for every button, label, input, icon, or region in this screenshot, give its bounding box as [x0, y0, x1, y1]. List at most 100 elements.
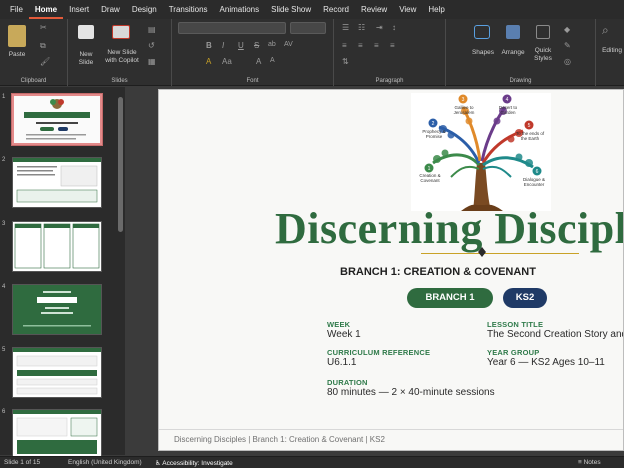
italic-button[interactable]: I — [222, 41, 224, 50]
tab-home[interactable]: Home — [28, 0, 64, 19]
paste-button[interactable]: Paste — [4, 51, 30, 59]
thumbnail-slide-3[interactable] — [12, 221, 102, 272]
font-name-select[interactable] — [178, 22, 286, 34]
title-underline — [421, 253, 579, 254]
thumbnail-row-5[interactable]: 5 — [0, 347, 115, 403]
thumbnail-scrollbar[interactable] — [116, 87, 124, 455]
thumbnail-4-preview — [13, 285, 101, 334]
notes-button[interactable]: ≡ Notes — [578, 459, 601, 466]
quick-styles-button[interactable]: Quick Styles — [528, 47, 558, 63]
underline-button[interactable]: U — [238, 41, 244, 50]
arrange-icon[interactable] — [506, 25, 520, 39]
tab-insert[interactable]: Insert — [63, 0, 95, 19]
title-ornament-icon — [478, 247, 486, 257]
branch-heading[interactable]: BRANCH 1: CREATION & COVENANT — [340, 266, 536, 278]
language-indicator[interactable]: English (United Kingdom) — [68, 459, 142, 466]
bullets-icon[interactable]: ☰ — [342, 23, 349, 32]
shapes-icon[interactable] — [474, 25, 490, 39]
layout-icon[interactable]: ▤ — [148, 25, 156, 34]
thumbnail-number: 3 — [2, 221, 6, 227]
thumbnail-number: 2 — [2, 157, 6, 163]
thumbnail-3-preview — [13, 222, 101, 271]
thumbnail-row-2[interactable]: 2 — [0, 157, 115, 213]
tab-slide-show[interactable]: Slide Show — [265, 0, 317, 19]
tab-help[interactable]: Help — [422, 0, 450, 19]
increase-font-button[interactable]: A — [256, 57, 261, 66]
tab-design[interactable]: Design — [126, 0, 163, 19]
thumbnail-number: 5 — [2, 347, 6, 353]
duration-value: 80 minutes — 2 × 40-minute sessions — [327, 387, 495, 398]
shadow-button[interactable]: ab — [268, 41, 276, 48]
slide-canvas[interactable]: 1 2 3 4 5 6 Creation & Covenant Prophecy… — [158, 89, 624, 451]
tab-draw[interactable]: Draw — [95, 0, 126, 19]
slides-group: New Slide New Slide with Copilot ▤ ↺ ▦ S… — [68, 19, 172, 86]
cut-icon[interactable]: ✂ — [40, 23, 47, 32]
week-value: Week 1 — [327, 329, 361, 340]
shapes-button[interactable]: Shapes — [468, 49, 498, 57]
copy-icon[interactable]: ⧉ — [40, 41, 46, 51]
new-slide-copilot-button[interactable]: New Slide with Copilot — [102, 49, 142, 65]
shape-fill-icon[interactable]: ◆ — [564, 25, 570, 34]
thumbnail-slide-6[interactable] — [12, 409, 102, 460]
section-icon[interactable]: ▦ — [148, 57, 156, 66]
reset-icon[interactable]: ↺ — [148, 41, 155, 50]
tab-review[interactable]: Review — [355, 0, 393, 19]
clipboard-group-label: Clipboard — [20, 78, 47, 84]
thumbnail-row-1[interactable]: 1 — [0, 93, 115, 150]
quick-styles-icon[interactable] — [536, 25, 550, 39]
thumbnail-slide-2[interactable] — [12, 157, 102, 208]
thumbnail-slide-4[interactable] — [12, 284, 102, 335]
new-slide-button[interactable]: New Slide — [72, 51, 100, 67]
shape-outline-icon[interactable]: ✎ — [564, 41, 571, 50]
slide-title[interactable]: Discerning Disciples — [275, 203, 623, 254]
align-center-icon[interactable]: ≡ — [358, 41, 363, 50]
line-spacing-icon[interactable]: ↕ — [392, 23, 396, 32]
font-size-select[interactable] — [290, 22, 326, 34]
format-painter-icon[interactable]: 🖌 — [40, 57, 50, 66]
decrease-font-button[interactable]: A — [270, 57, 275, 64]
search-icon[interactable]: ⌕ — [602, 23, 609, 38]
slide-footer: Discerning Disciples | Branch 1: Creatio… — [174, 435, 385, 444]
text-direction-icon[interactable]: ⇅ — [342, 57, 349, 66]
ribbon: Paste ✂ ⧉ 🖌 Clipboard New Slide New Slid… — [0, 19, 624, 86]
character-spacing-button[interactable]: AV — [284, 41, 293, 48]
drawing-group: Shapes Arrange Quick Styles ◆ ✎ ◎ Drawin… — [446, 19, 596, 86]
tab-view[interactable]: View — [393, 0, 422, 19]
scrollbar-thumb[interactable] — [118, 97, 123, 232]
tab-animations[interactable]: Animations — [214, 0, 266, 19]
change-case-button[interactable]: Aa — [222, 57, 232, 66]
align-right-icon[interactable]: ≡ — [374, 41, 379, 50]
curriculum-label: CURRICULUM REFERENCE — [327, 348, 431, 357]
tab-record[interactable]: Record — [317, 0, 355, 19]
copilot-slide-icon[interactable] — [112, 25, 130, 39]
year-group-value: Year 6 — KS2 Ages 10–11 — [487, 357, 605, 368]
tab-file[interactable]: File — [4, 0, 29, 19]
svg-text:4: 4 — [506, 97, 509, 103]
accessibility-status[interactable]: ♿︎ Accessibility: Investigate — [155, 459, 233, 467]
font-group-label: Font — [246, 78, 259, 84]
strikethrough-button[interactable]: S — [254, 41, 259, 50]
align-left-icon[interactable]: ≡ — [342, 41, 347, 50]
thumbnail-row-3[interactable]: 3 — [0, 221, 115, 277]
thumbnail-slide-5[interactable] — [12, 347, 102, 398]
drawing-group-label: Drawing — [509, 78, 532, 84]
editing-button[interactable]: Editing — [598, 47, 624, 55]
curriculum-value: U6.1.1 — [327, 357, 357, 368]
paragraph-group: ☰ ☷ ⇥ ↕ ≡ ≡ ≡ ≡ ⇅ Paragraph — [334, 19, 446, 86]
new-slide-icon[interactable] — [78, 25, 94, 39]
paste-icon[interactable] — [8, 25, 26, 47]
bold-button[interactable]: B — [206, 41, 212, 50]
tree-icon: 1 2 3 4 5 6 — [411, 93, 551, 211]
indent-icon[interactable]: ⇥ — [376, 23, 383, 32]
numbering-icon[interactable]: ☷ — [358, 23, 365, 32]
shape-effects-icon[interactable]: ◎ — [564, 57, 571, 66]
slides-group-label: Slides — [111, 78, 128, 84]
thumbnail-row-4[interactable]: 4 — [0, 284, 115, 340]
thumbnail-slide-1[interactable] — [11, 93, 103, 146]
tree-label-3: Galilee to Jerusalem — [453, 105, 475, 115]
arrange-button[interactable]: Arrange — [498, 49, 528, 57]
font-color-button[interactable]: A — [206, 57, 211, 66]
justify-icon[interactable]: ≡ — [390, 41, 395, 50]
slide-count: Slide 1 of 15 — [4, 459, 41, 466]
tab-transitions[interactable]: Transitions — [163, 0, 214, 19]
